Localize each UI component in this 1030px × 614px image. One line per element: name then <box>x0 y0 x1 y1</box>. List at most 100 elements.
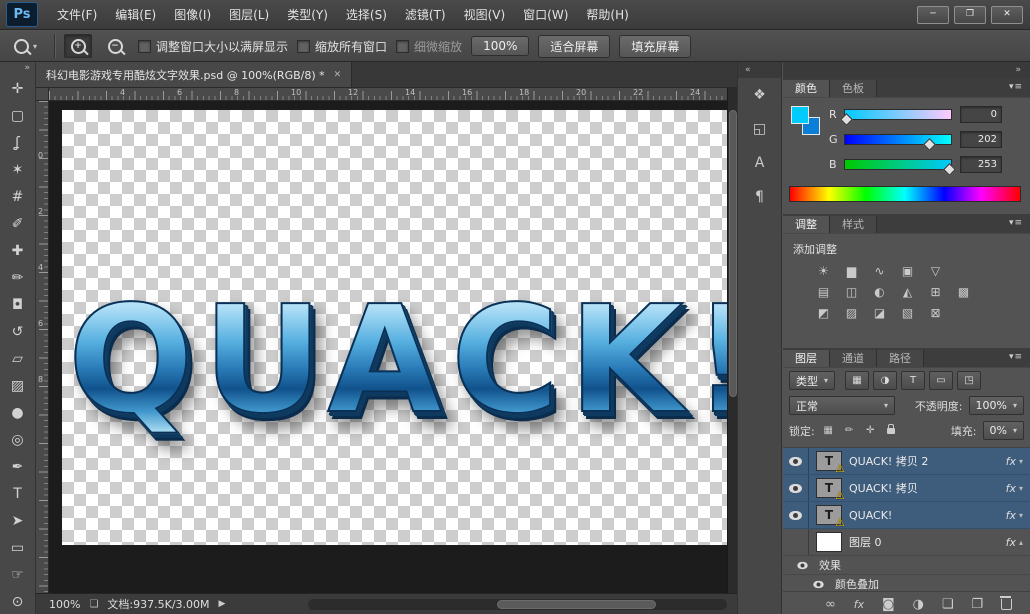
red-value-field[interactable]: 0 <box>960 105 1002 123</box>
layer-row[interactable]: T ⚠ QUACK! fx ▾ <box>783 502 1030 529</box>
lock-position-icon[interactable]: ✛ <box>863 425 878 436</box>
panel-menu-icon[interactable]: ▾≡ <box>1009 218 1023 228</box>
green-value-field[interactable]: 202 <box>960 130 1002 148</box>
shape-tool[interactable]: ▭ <box>0 534 35 561</box>
red-slider[interactable] <box>840 108 952 126</box>
fx-collapse-icon[interactable]: ▾ <box>1019 457 1023 466</box>
eyedropper-tool[interactable]: ✐ <box>0 210 35 237</box>
posterize-icon[interactable]: ▨ <box>843 306 860 320</box>
selective-color-icon[interactable]: ⊠ <box>927 306 944 320</box>
text-layer-thumbnail[interactable]: T ⚠ <box>816 478 845 502</box>
panel-menu-icon[interactable]: ▾≡ <box>1009 352 1023 362</box>
brush-tool[interactable]: ✏ <box>0 264 35 291</box>
zoom-out-button[interactable]: − <box>101 34 129 58</box>
quick-selection-tool[interactable]: ✶ <box>0 156 35 183</box>
text-layer-thumbnail[interactable]: T ⚠ <box>816 505 845 529</box>
pen-tool[interactable]: ✒ <box>0 453 35 480</box>
layer-row[interactable]: 图层 0 fx ▴ <box>783 529 1030 556</box>
threshold-icon[interactable]: ◪ <box>871 306 888 320</box>
vertical-scrollbar-thumb[interactable] <box>729 110 737 397</box>
zoom-tool[interactable]: ⊙ <box>0 588 35 614</box>
color-spectrum-ramp[interactable] <box>789 186 1021 202</box>
opacity-field[interactable]: 100% ▾ <box>968 396 1024 415</box>
blue-slider[interactable] <box>844 158 956 176</box>
history-brush-tool[interactable]: ↺ <box>0 318 35 345</box>
green-slider[interactable] <box>844 133 952 151</box>
layer-row[interactable]: T ⚠ QUACK! 拷贝 2 fx ▾ <box>783 448 1030 475</box>
link-layers-icon[interactable]: ∞ <box>825 597 836 612</box>
healing-brush-tool[interactable]: ✚ <box>0 237 35 264</box>
layer-row[interactable]: T ⚠ QUACK! 拷贝 fx ▾ <box>783 475 1030 502</box>
curves-icon[interactable]: ∿ <box>871 264 888 278</box>
maximize-button[interactable]: ❐ <box>954 6 986 24</box>
visibility-toggle[interactable] <box>783 448 809 474</box>
fill-screen-button[interactable]: 填充屏幕 <box>619 34 692 58</box>
blue-value-field[interactable]: 253 <box>960 155 1002 173</box>
vibrance-icon[interactable]: ▽ <box>927 264 944 278</box>
menu-type[interactable]: 类型(Y) <box>278 0 337 30</box>
layer-fx-badge[interactable]: fx <box>1006 536 1016 549</box>
marquee-tool[interactable]: ▢ <box>0 102 35 129</box>
eraser-tool[interactable]: ▱ <box>0 345 35 372</box>
fill-field[interactable]: 0% ▾ <box>982 421 1024 440</box>
slider-thumb[interactable] <box>943 162 956 176</box>
collapse-panels-icon[interactable]: » <box>783 62 1030 78</box>
hand-tool[interactable]: ☞ <box>0 561 35 588</box>
exposure-icon[interactable]: ▣ <box>899 264 916 278</box>
brightness-contrast-icon[interactable]: ☀ <box>815 264 832 278</box>
slider-thumb[interactable] <box>922 137 936 151</box>
document-tab[interactable]: 科幻电影游戏专用酷炫文字效果.psd @ 100%(RGB/8) * ✕ <box>36 62 353 87</box>
photo-filter-icon[interactable]: ◭ <box>899 285 916 299</box>
fx-expand-icon[interactable]: ▴ <box>1019 538 1023 547</box>
dodge-tool[interactable]: ◎ <box>0 426 35 453</box>
expand-toolbox-icon[interactable]: » <box>0 62 35 75</box>
filter-smart-icon[interactable]: ◳ <box>957 371 982 390</box>
fx-collapse-icon[interactable]: ▾ <box>1019 484 1023 493</box>
lasso-tool[interactable]: ʆ <box>0 129 35 156</box>
menu-view[interactable]: 视图(V) <box>455 0 515 30</box>
zoom-level-field[interactable]: 100% <box>49 598 80 611</box>
hue-saturation-icon[interactable]: ▤ <box>815 285 832 299</box>
visibility-toggle[interactable] <box>783 475 809 501</box>
menu-file[interactable]: 文件(F) <box>48 0 106 30</box>
layer-fx-badge[interactable]: fx <box>1006 509 1016 522</box>
status-menu-arrow-icon[interactable]: ▶ <box>219 599 226 609</box>
horizontal-scrollbar[interactable] <box>308 599 727 610</box>
eye-icon[interactable] <box>797 561 808 569</box>
current-tool-preset[interactable]: ▾ <box>12 38 45 54</box>
new-group-icon[interactable]: ❏ <box>942 597 954 612</box>
horizontal-scrollbar-thumb[interactable] <box>496 600 656 609</box>
gradient-tool[interactable]: ▨ <box>0 372 35 399</box>
layer-filter-select[interactable]: 类型 ▾ <box>789 371 836 390</box>
panel-menu-icon[interactable]: ▾≡ <box>1009 82 1023 92</box>
color-balance-icon[interactable]: ◫ <box>843 285 860 299</box>
add-layer-mask-icon[interactable]: ◙ <box>882 597 895 612</box>
layer-fx-badge[interactable]: fx <box>1006 455 1016 468</box>
visibility-toggle[interactable] <box>783 529 809 555</box>
invert-icon[interactable]: ◩ <box>815 306 832 320</box>
filter-adjustment-icon[interactable]: ◑ <box>873 371 898 390</box>
zoom-all-windows-checkbox[interactable]: 缩放所有窗口 <box>297 38 387 55</box>
layer-style-icon[interactable]: fx <box>854 598 864 611</box>
new-adjustment-layer-icon[interactable]: ◑ <box>913 597 924 612</box>
lock-transparency-icon[interactable]: ▦ <box>821 425 836 436</box>
tab-adjustments[interactable]: 调整 <box>783 216 830 233</box>
delete-layer-icon[interactable] <box>999 595 1012 614</box>
new-layer-icon[interactable]: ❐ <box>971 597 983 612</box>
visibility-toggle[interactable] <box>783 502 809 528</box>
fx-collapse-icon[interactable]: ▾ <box>1019 511 1023 520</box>
type-tool[interactable]: T <box>0 480 35 507</box>
layer-thumbnail[interactable] <box>816 532 842 552</box>
eye-icon[interactable] <box>813 580 824 588</box>
clone-stamp-tool[interactable]: ◘ <box>0 291 35 318</box>
lock-all-icon[interactable] <box>884 424 899 437</box>
paragraph-panel-icon[interactable]: ¶ <box>738 180 781 214</box>
zoom-100-button[interactable]: 100% <box>471 36 530 56</box>
filter-shape-icon[interactable]: ▭ <box>929 371 954 390</box>
blend-mode-select[interactable]: 正常 ▾ <box>789 396 895 415</box>
tab-color[interactable]: 颜色 <box>783 80 830 97</box>
tab-layers[interactable]: 图层 <box>783 350 830 367</box>
tab-paths[interactable]: 路径 <box>877 350 924 367</box>
vertical-scrollbar[interactable] <box>727 88 737 593</box>
menu-help[interactable]: 帮助(H) <box>577 0 637 30</box>
